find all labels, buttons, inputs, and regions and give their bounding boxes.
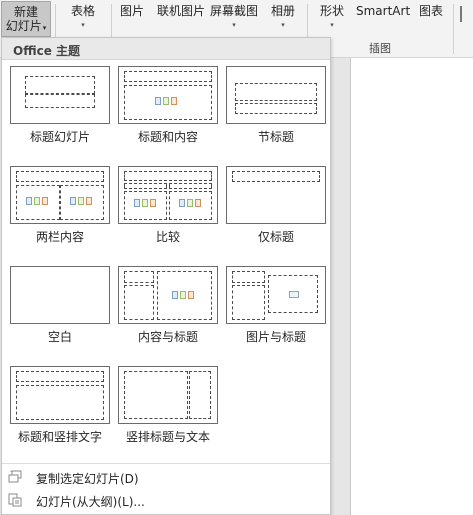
- layout-thumbnail: [226, 66, 326, 124]
- layout-label: 空白: [47, 330, 72, 344]
- layout-thumbnail: [10, 166, 110, 224]
- layout-label: 内容与标题: [137, 330, 198, 344]
- menu-item-label: 幻灯片(从大纲)(L)...: [36, 495, 145, 509]
- content-placeholder-icon: [134, 199, 158, 209]
- screenshot-button[interactable]: 屏幕截图 ▾: [210, 4, 258, 29]
- layout-label: 标题幻灯片: [29, 130, 90, 144]
- layout-thumbnail: [10, 66, 110, 124]
- table-button[interactable]: 表格 ▾: [71, 4, 95, 29]
- online-picture-button[interactable]: 联机图片: [157, 4, 205, 18]
- chevron-down-icon: ▾: [42, 24, 47, 32]
- layout-label: 节标题: [257, 130, 294, 144]
- layout-label: 标题和内容: [137, 130, 198, 144]
- layout-thumbnail: [226, 166, 326, 224]
- layout-thumbnail: [10, 266, 110, 324]
- layout-thumbnail: [118, 166, 218, 224]
- layout-label: 竖排标题与文本: [125, 430, 210, 444]
- slides-from-outline-item[interactable]: 幻灯片(从大纲)(L)...: [8, 491, 328, 511]
- new-slide-label-line2: 幻灯片▾: [5, 19, 47, 33]
- layout-thumbnail: [118, 266, 218, 324]
- layout-title-vertical-text[interactable]: 标题和竖排文字: [9, 366, 111, 444]
- layout-two-content[interactable]: 两栏内容: [9, 166, 111, 244]
- chevron-down-icon: ▾: [81, 21, 85, 29]
- layout-label: 仅标题: [257, 230, 294, 244]
- new-slide-label-line1: 新建: [13, 5, 38, 19]
- content-placeholder-icon: [179, 199, 203, 209]
- layout-label: 比较: [155, 230, 180, 244]
- new-slide-button[interactable]: 新建 幻灯片▾: [1, 1, 51, 37]
- layout-picture-with-caption[interactable]: 图片与标题: [225, 266, 327, 344]
- slide-canvas[interactable]: [350, 58, 473, 515]
- layout-label: 标题和竖排文字: [17, 430, 102, 444]
- ribbon-separator: [453, 4, 454, 54]
- content-placeholder-icon: [155, 97, 179, 107]
- ribbon-more-icon: [460, 6, 470, 22]
- layout-label: 图片与标题: [245, 330, 306, 344]
- layout-thumbnail: [118, 366, 218, 424]
- layout-comparison[interactable]: 比较: [117, 166, 219, 244]
- theme-name: Office 主题: [13, 44, 81, 58]
- duplicate-selected-slides-item[interactable]: 复制选定幻灯片(D): [8, 468, 328, 488]
- duplicate-slide-icon: [8, 470, 22, 483]
- content-placeholder-icon: [26, 197, 50, 207]
- picture-placeholder-icon: [289, 291, 299, 298]
- content-placeholder-icon: [70, 197, 94, 207]
- new-slide-layout-menu: Office 主题 标题幻灯片 标题和内容 节标题 两栏内容 比较 仅标题 空白…: [1, 37, 331, 515]
- outline-slides-icon: [8, 493, 22, 507]
- menu-header: Office 主题: [2, 38, 330, 60]
- layout-title-only[interactable]: 仅标题: [225, 166, 327, 244]
- layout-label: 两栏内容: [35, 230, 84, 244]
- chart-button[interactable]: 图表: [419, 4, 443, 18]
- menu-separator: [2, 463, 330, 464]
- smartart-button[interactable]: SmartArt: [356, 4, 410, 18]
- layout-section-header[interactable]: 节标题: [225, 66, 327, 144]
- menu-item-label: 复制选定幻灯片(D): [36, 472, 139, 486]
- layout-blank[interactable]: 空白: [9, 266, 111, 344]
- picture-button[interactable]: 图片: [120, 4, 144, 18]
- shapes-button[interactable]: 形状 ▾: [320, 4, 344, 29]
- layout-thumbnail: [226, 266, 326, 324]
- chevron-down-icon: ▾: [330, 21, 334, 29]
- album-button[interactable]: 相册 ▾: [271, 4, 295, 29]
- layout-title-slide[interactable]: 标题幻灯片: [9, 66, 111, 144]
- chevron-down-icon: ▾: [232, 21, 236, 29]
- chevron-down-icon: ▾: [281, 21, 285, 29]
- layout-vertical-title-text[interactable]: 竖排标题与文本: [117, 366, 219, 444]
- group-label-illustrations: 插图: [369, 42, 391, 55]
- layout-content-with-caption[interactable]: 内容与标题: [117, 266, 219, 344]
- layout-thumbnail: [118, 66, 218, 124]
- layout-thumbnail: [10, 366, 110, 424]
- content-placeholder-icon: [172, 291, 196, 301]
- layout-title-and-content[interactable]: 标题和内容: [117, 66, 219, 144]
